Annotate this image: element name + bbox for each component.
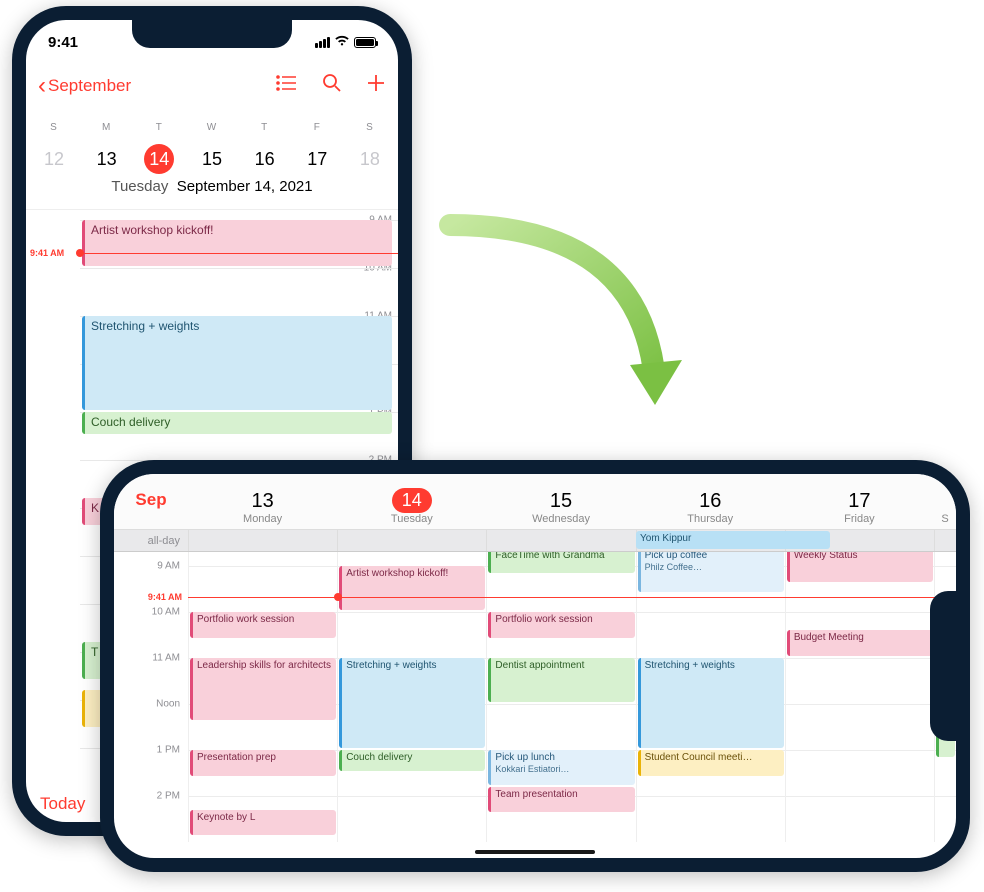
- current-time-label: 9:41 AM: [30, 248, 64, 258]
- week-day-column[interactable]: 15Wednesday: [486, 490, 635, 525]
- current-time-dot: [76, 249, 84, 257]
- hour-gridline: [80, 268, 398, 269]
- all-day-event[interactable]: Yom Kippur: [636, 531, 830, 549]
- status-time: 9:41: [48, 34, 78, 51]
- week-day[interactable]: 15: [194, 144, 230, 174]
- weekday-abbrev: M: [89, 112, 125, 142]
- current-time-dot: [334, 593, 342, 601]
- week-day-column[interactable]: S: [934, 513, 956, 525]
- add-event-icon[interactable]: [366, 73, 386, 99]
- week-header: Sep 13Monday14Tuesday15Wednesday16Thursd…: [114, 474, 956, 530]
- calendar-event[interactable]: Couch delivery: [339, 750, 485, 771]
- calendar-event[interactable]: Leadership skills for architects: [190, 658, 336, 720]
- week-day[interactable]: 18: [352, 144, 388, 174]
- all-day-label: all-day: [114, 530, 188, 551]
- search-icon[interactable]: [322, 73, 342, 99]
- allday-cell: [486, 530, 635, 551]
- home-indicator[interactable]: [475, 850, 595, 854]
- allday-cell: [337, 530, 486, 551]
- all-day-row: all-day Yom Kippur: [114, 530, 956, 552]
- calendar-event[interactable]: Couch delivery: [82, 412, 392, 434]
- calendar-event[interactable]: Student Council meeti…: [638, 750, 784, 776]
- hour-label: 1 PM: [157, 745, 180, 756]
- calendar-event[interactable]: Artist workshop kickoff!: [82, 220, 392, 266]
- calendar-event[interactable]: Artist workshop kickoff!: [339, 566, 485, 610]
- today-button[interactable]: Today: [40, 794, 85, 814]
- calendar-event[interactable]: Pick up lunchKokkari Estiatori…: [488, 750, 634, 785]
- week-day-column-body[interactable]: Weekly Status Budget Meeting: [785, 552, 934, 842]
- calendar-event[interactable]: Portfolio work session: [488, 612, 634, 638]
- weekday-abbrev: S: [36, 112, 72, 142]
- month-label[interactable]: Sep: [114, 490, 188, 510]
- week-day-column-body[interactable]: Artist workshop kickoff! Stretching + wei…: [337, 552, 486, 842]
- weekday-abbrev: T: [141, 112, 177, 142]
- selected-date-label: Tuesday September 14, 2021: [36, 174, 388, 203]
- calendar-event[interactable]: Keynote by L: [190, 810, 336, 836]
- week-day[interactable]: 16: [247, 144, 283, 174]
- weekday-abbrev: W: [194, 112, 230, 142]
- calendar-event[interactable]: Portfolio work session: [190, 612, 336, 638]
- week-day[interactable]: 17: [299, 144, 335, 174]
- week-day[interactable]: 13: [89, 144, 125, 174]
- calendar-event[interactable]: Stretching + weights: [339, 658, 485, 748]
- week-day-column[interactable]: 13Monday: [188, 490, 337, 525]
- calendar-event[interactable]: Dentist appointment: [488, 658, 634, 702]
- current-time-label: 9:41 AM: [148, 592, 182, 602]
- wifi-icon: [334, 34, 350, 51]
- current-time-line: [188, 597, 956, 598]
- week-day-column[interactable]: 16Thursday: [636, 490, 785, 525]
- weekday-abbrev: T: [247, 112, 283, 142]
- weekday-abbrev: F: [299, 112, 335, 142]
- rotate-arrow-illustration: [420, 205, 700, 445]
- chevron-left-icon: ‹: [38, 74, 46, 98]
- week-day-column[interactable]: 17Friday: [785, 490, 934, 525]
- nav-bar: ‹ September: [26, 64, 398, 108]
- week-day-column-body[interactable]: Portfolio work session Leadership skills …: [188, 552, 337, 842]
- calendar-event[interactable]: Stretching + weights: [638, 658, 784, 748]
- calendar-event[interactable]: Budget Meeting: [787, 630, 933, 656]
- landscape-iphone-frame: Sep 13Monday14Tuesday15Wednesday16Thursd…: [100, 460, 970, 872]
- signal-bars-icon: [315, 37, 330, 48]
- week-day-today[interactable]: 14: [144, 144, 174, 174]
- hour-label: 2 PM: [157, 791, 180, 802]
- week-days-row[interactable]: 12 13 14 15 16 17 18: [36, 144, 388, 174]
- allday-cell: [934, 530, 956, 551]
- list-view-icon[interactable]: [276, 74, 298, 98]
- weekday-header-row: SMTWTFS: [36, 112, 388, 142]
- week-day-column-body[interactable]: FaceTime with Grandma Portfolio work sess…: [486, 552, 635, 842]
- calendar-event[interactable]: FaceTime with Grandma: [488, 552, 634, 573]
- week-day-column-body[interactable]: Pick up coffeePhilz Coffee… Stretching + …: [636, 552, 785, 842]
- week-day[interactable]: 12: [36, 144, 72, 174]
- calendar-event[interactable]: Presentation prep: [190, 750, 336, 776]
- allday-cell: [188, 530, 337, 551]
- weekday-abbrev: S: [352, 112, 388, 142]
- hour-label: 9 AM: [157, 561, 180, 572]
- back-button[interactable]: ‹ September: [38, 74, 131, 98]
- hour-label: 10 AM: [152, 607, 180, 618]
- calendar-event[interactable]: Weekly Status: [787, 552, 933, 582]
- current-time-line: [80, 253, 398, 254]
- hour-label: 11 AM: [152, 653, 180, 664]
- calendar-event[interactable]: Pick up coffeePhilz Coffee…: [638, 552, 784, 592]
- calendar-event[interactable]: Team presentation: [488, 787, 634, 813]
- week-schedule[interactable]: 9 AM 10 AM 11 AM Noon 1 PM 2 PM 9:41 AM Portfo…: [114, 552, 956, 842]
- week-day-column-today[interactable]: 14Tuesday: [337, 488, 486, 525]
- hour-label: Noon: [156, 699, 180, 710]
- calendar-event[interactable]: Stretching + weights: [82, 316, 392, 410]
- battery-icon: [354, 37, 376, 48]
